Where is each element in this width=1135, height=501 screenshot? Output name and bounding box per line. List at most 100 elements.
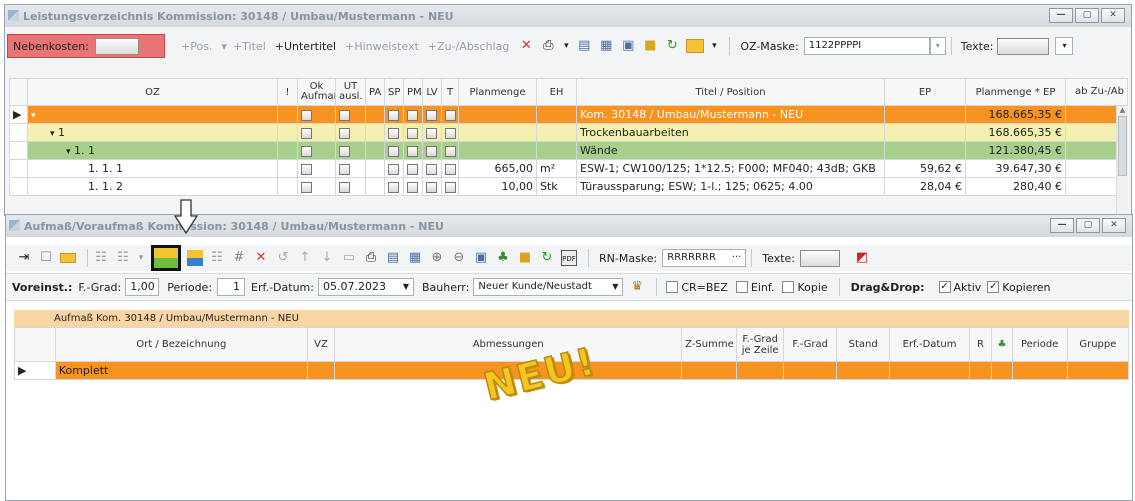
col-fgrad[interactable]: F.-Grad: [783, 327, 838, 362]
table-row[interactable]: ▾ 1. 1 Wände 121.380,45 €: [9, 141, 1128, 160]
col-tree-icon[interactable]: ♣: [991, 327, 1013, 362]
pm-checkbox[interactable]: [407, 163, 418, 175]
ut-checkbox[interactable]: [339, 109, 350, 121]
t-checkbox[interactable]: [445, 163, 456, 175]
rn-mask-input[interactable]: RRRRRRR ···: [662, 249, 747, 267]
col-lv[interactable]: LV: [422, 78, 442, 106]
ut-checkbox[interactable]: [339, 181, 350, 193]
kopieren-checkbox[interactable]: ✓: [987, 281, 1000, 293]
add-title-button[interactable]: +Titel: [233, 40, 266, 53]
pdf-icon[interactable]: PDF: [561, 250, 577, 266]
ok-checkbox[interactable]: [301, 163, 312, 175]
lv-checkbox[interactable]: [426, 163, 437, 175]
fgrad-input[interactable]: 1,00: [125, 278, 160, 296]
delete-icon[interactable]: ✕: [253, 250, 269, 266]
sp-checkbox[interactable]: [388, 181, 399, 193]
save-icon[interactable]: ▭: [341, 250, 357, 266]
table-icon[interactable]: ▦: [407, 250, 423, 266]
insert-row-icon[interactable]: ☷: [209, 250, 225, 266]
oz-mask-dropdown[interactable]: ▾: [929, 37, 946, 55]
table-row[interactable]: ▶ ▾ Kom. 30148 / Umbau/Mustermann - NEU …: [9, 105, 1128, 124]
sp-checkbox[interactable]: [388, 163, 399, 175]
ut-checkbox[interactable]: [339, 163, 350, 175]
einf-checkbox[interactable]: [735, 281, 748, 293]
tree-toggle[interactable]: ▾ 1: [27, 123, 278, 142]
table-row[interactable]: 1. 1. 1 665,00 m² ESW-1; CW100/125; 1*12…: [9, 159, 1128, 178]
ruler-icon[interactable]: [60, 253, 76, 263]
calculator-icon[interactable]: ▣: [620, 38, 636, 54]
col-sp[interactable]: SP: [384, 78, 404, 106]
close-button[interactable]: ✕: [1102, 218, 1126, 233]
t-checkbox[interactable]: [445, 181, 456, 193]
ok-checkbox[interactable]: [301, 109, 312, 121]
col-gruppe[interactable]: Gruppe: [1066, 327, 1130, 362]
ok-checkbox[interactable]: [301, 145, 312, 157]
oz-mask-input[interactable]: 1122PPPPI: [803, 37, 930, 55]
table-row[interactable]: 1. 1. 2 10,00 Stk Türaussparung; ESW; 1-…: [9, 177, 1128, 196]
cr-bez-checkbox[interactable]: [666, 281, 679, 293]
pm-checkbox[interactable]: [407, 181, 418, 193]
tree-icon[interactable]: ♣: [495, 250, 511, 266]
add-row-below-icon[interactable]: ☷: [115, 250, 131, 266]
pm-checkbox[interactable]: [407, 109, 418, 121]
lv-checkbox[interactable]: [426, 181, 437, 193]
aktiv-checkbox[interactable]: ✓: [938, 281, 951, 293]
ok-checkbox[interactable]: [301, 127, 312, 139]
add-row-above-icon[interactable]: ☷: [93, 250, 109, 266]
col-titel[interactable]: Titel / Position: [576, 78, 885, 106]
col-stand[interactable]: Stand: [836, 327, 891, 362]
undo-icon[interactable]: ↺: [275, 250, 291, 266]
add-position-button[interactable]: +Pos.: [181, 40, 212, 53]
periode-input[interactable]: 1: [217, 278, 246, 296]
col-zsumme[interactable]: Z-Summe: [681, 327, 738, 362]
report-icon[interactable]: ▤: [576, 38, 592, 54]
move-up-icon[interactable]: ↑: [297, 250, 313, 266]
kopie-checkbox[interactable]: [782, 281, 795, 293]
col-ok-aufmass[interactable]: Ok Aufmaß: [297, 78, 336, 106]
sp-checkbox[interactable]: [388, 109, 399, 121]
lv-checkbox[interactable]: [426, 145, 437, 157]
col-sum[interactable]: Planmenge * EP: [965, 78, 1066, 106]
maximize-button[interactable]: ▢: [1075, 8, 1099, 23]
col-eh[interactable]: EH: [536, 78, 577, 106]
calculator-icon[interactable]: ▣: [473, 250, 489, 266]
pm-checkbox[interactable]: [407, 145, 418, 157]
t-checkbox[interactable]: [445, 109, 456, 121]
maximize-button[interactable]: ▢: [1076, 218, 1100, 233]
add-colored-row-icon[interactable]: [151, 245, 181, 271]
new-window-icon[interactable]: ☐: [38, 250, 54, 266]
col-t[interactable]: T: [441, 78, 459, 106]
minimize-button[interactable]: —: [1049, 8, 1073, 23]
tree-toggle[interactable]: ▾ 1. 1: [27, 141, 278, 160]
col-pm[interactable]: PM: [403, 78, 423, 106]
col-zuab[interactable]: ab Zu-/Ab: [1065, 78, 1128, 106]
lv-checkbox[interactable]: [426, 109, 437, 121]
number-icon[interactable]: #: [231, 250, 247, 266]
zoom-out-icon[interactable]: ⊖: [451, 250, 467, 266]
add-subtitle-button[interactable]: +Untertitel: [275, 40, 336, 53]
ut-checkbox[interactable]: [339, 145, 350, 157]
col-r[interactable]: R: [968, 327, 993, 362]
delete-icon[interactable]: ✕: [518, 38, 534, 54]
col-pa[interactable]: PA: [365, 78, 385, 106]
col-periode[interactable]: Periode: [1011, 327, 1068, 362]
minimize-button[interactable]: —: [1050, 218, 1074, 233]
col-ort[interactable]: Ort / Bezeichnung: [54, 327, 308, 362]
close-button[interactable]: ✕: [1101, 8, 1125, 23]
col-planmenge[interactable]: Planmenge: [458, 78, 537, 106]
col-ep[interactable]: EP: [884, 78, 966, 106]
col-excl[interactable]: !: [277, 78, 298, 106]
pin-icon[interactable]: ⇥: [16, 250, 32, 266]
texte-toggle[interactable]: [997, 37, 1050, 55]
print-dropdown-icon[interactable]: ▾: [562, 38, 570, 54]
col-oz[interactable]: OZ: [27, 78, 278, 106]
add-note-button[interactable]: +Hinweistext: [345, 40, 419, 53]
ok-checkbox[interactable]: [301, 181, 312, 193]
ruler-icon[interactable]: [686, 39, 705, 53]
insert-colored-row-icon[interactable]: [187, 250, 203, 266]
erfdatum-input[interactable]: 05.07.2023 ▼: [317, 278, 414, 296]
refresh-icon[interactable]: ↻: [539, 250, 555, 266]
report-icon[interactable]: ▤: [385, 250, 401, 266]
ut-checkbox[interactable]: [339, 127, 350, 139]
col-erfdatum[interactable]: Erf.-Datum: [889, 327, 970, 362]
